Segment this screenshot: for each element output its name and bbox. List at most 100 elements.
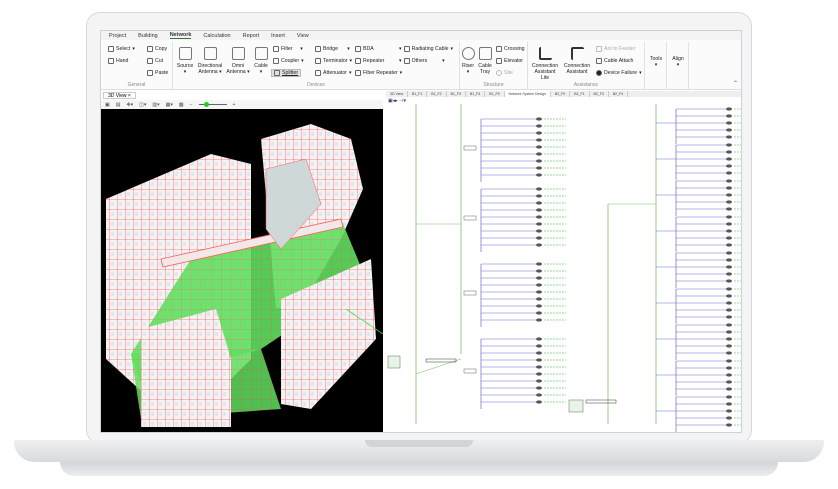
omni-antenna-icon [231, 47, 245, 60]
cable-attach-button[interactable]: Cable Attach [596, 58, 633, 64]
paste-button[interactable]: Paste [147, 70, 168, 76]
menu-network[interactable]: Network [169, 32, 192, 39]
copy-button[interactable]: Copy [147, 46, 167, 52]
menu-building[interactable]: Building [138, 33, 158, 39]
antenna-node [726, 308, 732, 312]
antenna-node [726, 351, 732, 355]
elevator-label: Elevator [504, 58, 524, 64]
zoom-in-icon[interactable]: + [233, 102, 236, 108]
tools-button[interactable]: Tools ▾ [645, 56, 667, 68]
omni-antenna-button[interactable]: Omni Antenna ▾ [226, 47, 250, 75]
collapse-ribbon-icon[interactable]: ⌃ [733, 80, 738, 87]
cable-tray-button[interactable]: Cable Tray [477, 47, 493, 75]
crossing-button[interactable]: Crossing [496, 46, 524, 52]
doc-tab[interactable]: B2_F1 [570, 91, 590, 97]
antenna-node [536, 215, 542, 219]
zoom-out-icon[interactable]: − [190, 102, 193, 108]
menu-project[interactable]: Project [109, 33, 126, 39]
antenna-node [726, 373, 732, 377]
ant-to-feeder-button[interactable]: Ant to Feeder [596, 46, 635, 52]
group-assistance: Connection Assistant Lite Connection Ass… [528, 42, 645, 89]
site-label: Site [504, 70, 513, 76]
bda-button[interactable]: BDA [355, 46, 374, 52]
connection-assistant-button[interactable]: Connection Assistant [562, 47, 592, 75]
doc-tab[interactable]: B1_F2 [427, 91, 447, 97]
fiber-repeater-label: Fiber Repeater [363, 70, 398, 76]
antenna-node [536, 365, 542, 369]
layers-icon[interactable]: ▥▾ [152, 102, 159, 108]
menu-view[interactable]: View [297, 33, 309, 39]
doc-tab[interactable]: B1_F1 [408, 91, 428, 97]
menu-calculation[interactable]: Calculation [203, 33, 230, 39]
doc-tab[interactable]: 3D View [386, 91, 408, 97]
antenna-node [536, 243, 542, 247]
network-schematic[interactable] [386, 104, 742, 433]
repeater-button[interactable]: Repeater [355, 58, 384, 64]
attenuator-button[interactable]: Attenuator ▾ [315, 70, 352, 76]
select-label: Select [116, 46, 131, 52]
antenna-node [536, 187, 542, 191]
bridge-button[interactable]: Bridge ▾ [315, 46, 350, 52]
antenna-node [536, 276, 542, 280]
menu-report[interactable]: Report [243, 33, 260, 39]
zoom-slider[interactable] [198, 101, 227, 107]
select-button[interactable]: Select ▾ [108, 46, 135, 52]
antenna-node [536, 145, 542, 149]
cable-button[interactable]: Cable ▾ [253, 47, 269, 75]
bda-label: BDA [363, 46, 374, 52]
antenna-node [536, 131, 542, 135]
cable-tray-icon [478, 47, 492, 60]
view-box-icon[interactable]: ▤ [116, 102, 121, 108]
device-failure-button[interactable]: Device Failure ▾ [596, 70, 642, 76]
group-label-general: General [127, 82, 146, 88]
fiber-repeater-button[interactable]: Fiber Repeater ▾ [355, 70, 402, 76]
group-devices: Source ▾ Directional Antenna ▾ Omni Anten… [173, 42, 460, 89]
hand-button[interactable]: Hand [108, 58, 128, 64]
filter-button[interactable]: Filter ▾ [273, 46, 303, 52]
paste-icon [147, 70, 153, 76]
doc-tab[interactable]: B1_F5 [485, 91, 505, 97]
radiating-cable-button[interactable]: ▾ Radiating Cable ▾ [399, 46, 453, 52]
antenna-node [726, 135, 732, 139]
elevator-button[interactable]: Elevator [496, 58, 523, 64]
view-fit-icon[interactable]: ▣ [105, 102, 110, 108]
doc-tab[interactable]: B2_F3 [590, 91, 609, 97]
antenna-node [726, 157, 732, 161]
coupler-button[interactable]: Coupler ▾ [273, 58, 304, 64]
connection-assistant-lite-button[interactable]: Connection Assistant Lite [530, 47, 560, 81]
cut-button[interactable]: Cut [147, 58, 163, 64]
antenna-node [726, 344, 732, 348]
directional-antenna-button[interactable]: Directional Antenna ▾ [197, 47, 223, 75]
others-button[interactable]: ▾ Others ▾ [399, 58, 445, 64]
antenna-node [726, 251, 732, 255]
filter-label: Filter [281, 46, 293, 52]
doc-tab[interactable]: Network System Design [504, 91, 551, 97]
doc-tab[interactable]: B1_F4 [466, 91, 486, 97]
antenna-node [726, 265, 732, 269]
site-button[interactable]: Site [496, 70, 513, 76]
splitter-label: Splitter [282, 70, 299, 76]
tab-3d-view[interactable]: 3D View × [103, 92, 136, 99]
radiating-cable-label: Radiating Cable [411, 46, 449, 52]
terminator-button[interactable]: Terminator ▾ [315, 58, 352, 64]
floors-icon[interactable]: ▦▾ [166, 102, 173, 108]
antenna-node [536, 283, 542, 287]
doc-tab[interactable]: B1_F3 [447, 91, 466, 97]
doc-tab[interactable]: B2_F4 [609, 91, 629, 97]
menu-insert[interactable]: Insert [271, 33, 285, 39]
source-button[interactable]: Source ▾ [175, 47, 195, 75]
antenna-node [726, 164, 732, 168]
align-button[interactable]: Align ▾ [667, 56, 689, 68]
doc-tab[interactable]: B2_F0 [551, 91, 571, 97]
bridge-label: Bridge [323, 46, 338, 52]
3d-canvas[interactable] [101, 109, 384, 432]
orbit-icon[interactable]: ✥▾ [126, 102, 133, 108]
connection-lite-icon [538, 47, 552, 60]
riser-button[interactable]: Riser ▾ [461, 47, 475, 75]
splitter-button[interactable]: Splitter [271, 69, 302, 77]
grid-icon[interactable]: ▩ [179, 102, 184, 108]
zoom-slider-knob[interactable] [204, 101, 210, 107]
antenna-node [726, 200, 732, 204]
view-cube-icon[interactable]: ◫▾ [139, 102, 146, 108]
antenna-node [726, 121, 732, 125]
